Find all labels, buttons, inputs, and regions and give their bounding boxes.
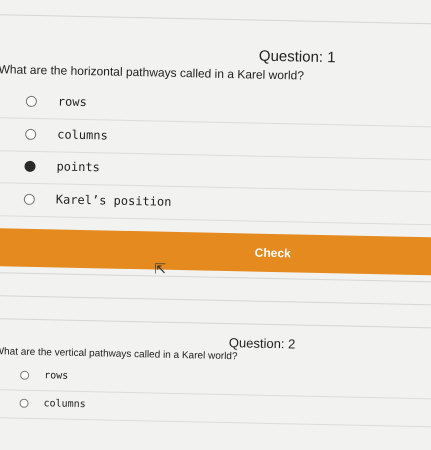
- option-label: columns: [43, 398, 86, 411]
- radio-button[interactable]: [25, 95, 37, 108]
- question-1-text: What are the horizontal pathways called …: [0, 62, 305, 83]
- question-2-title: Question: 2: [228, 335, 296, 352]
- radio-button[interactable]: [23, 193, 35, 205]
- check-button-label: Check: [254, 245, 291, 261]
- option-label: Karel’s position: [55, 192, 172, 209]
- option-divider: [0, 416, 431, 428]
- option-label: columns: [57, 127, 108, 143]
- divider: [0, 294, 431, 306]
- question-1-title: Question: 1: [258, 47, 336, 67]
- option-label: points: [56, 159, 101, 175]
- option-divider: [0, 214, 431, 226]
- check-button[interactable]: Check: [0, 227, 431, 276]
- top-divider: [0, 13, 431, 25]
- option-label: rows: [44, 370, 69, 382]
- radio-button[interactable]: [25, 128, 37, 140]
- radio-button[interactable]: [20, 370, 30, 380]
- option-label: rows: [57, 94, 87, 110]
- question-2-text: What are the vertical pathways called in…: [0, 346, 238, 363]
- radio-button[interactable]: [19, 398, 29, 408]
- divider: [0, 317, 431, 329]
- quiz-page: Question: 1 What are the horizontal path…: [0, 0, 431, 450]
- radio-button-selected[interactable]: [24, 160, 36, 172]
